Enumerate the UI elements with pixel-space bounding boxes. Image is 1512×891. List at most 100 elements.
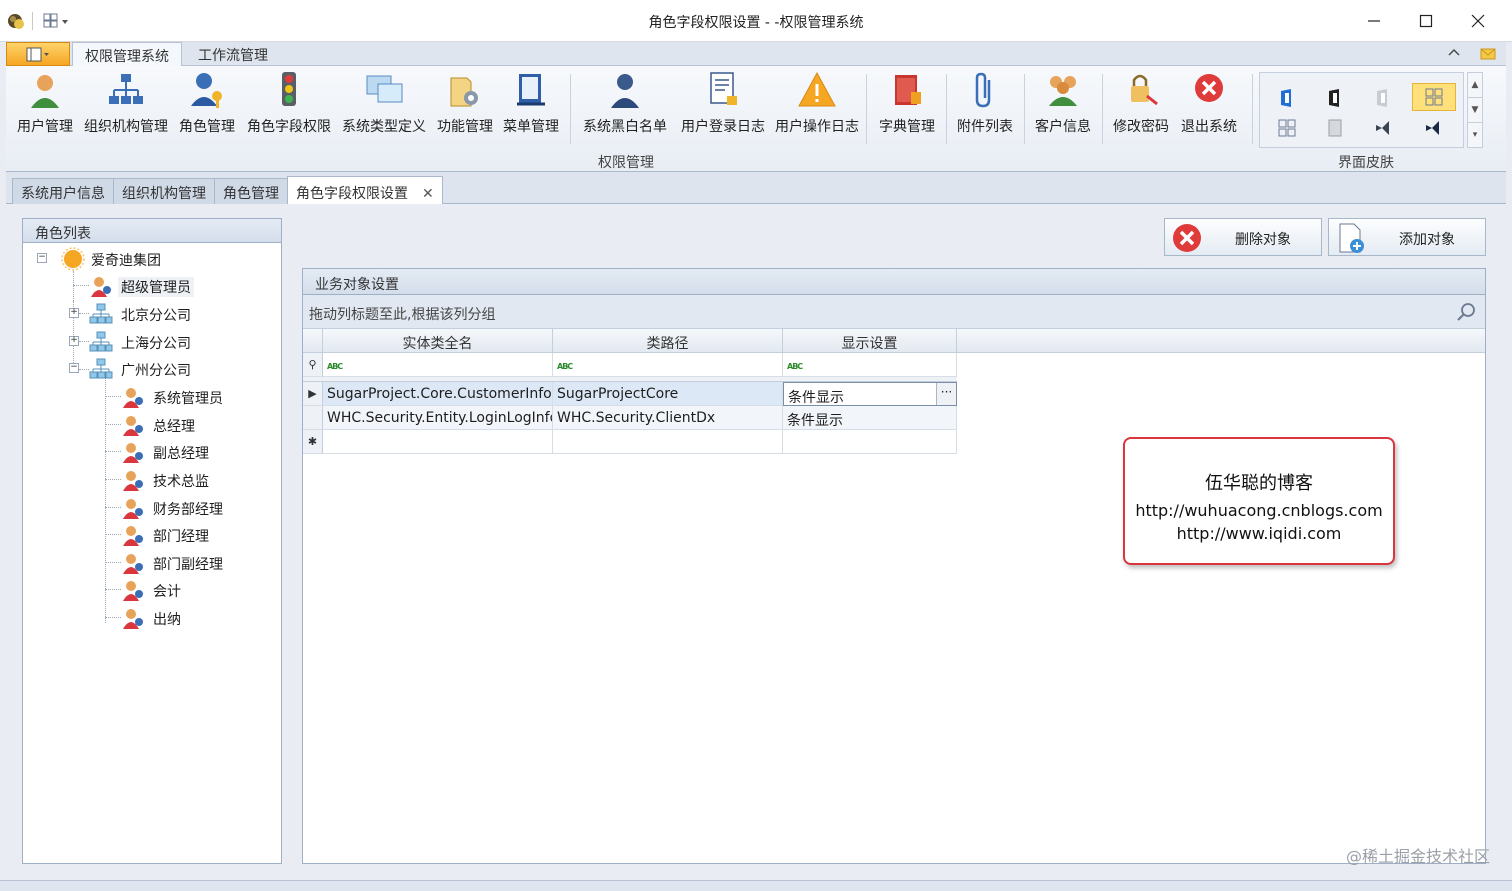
exit-system-button[interactable]: 退出系统 [1176, 70, 1242, 146]
skin-office-silver-icon[interactable] [1372, 87, 1394, 109]
org-management-button[interactable]: 组织机构管理 [82, 70, 170, 146]
add-object-button[interactable]: 添加对象 [1328, 218, 1486, 256]
watermark: @稀土掘金技术社区 [1345, 847, 1490, 866]
ribbon-group-caption: 权限管理 [598, 155, 654, 171]
group-by-panel[interactable]: 拖动列标题至此,根据该列分组 [303, 295, 1485, 329]
site-url: http://www.iqidi.com [1176, 524, 1342, 543]
grid-corner [303, 329, 323, 353]
filter-cell[interactable]: ABC [323, 353, 553, 377]
new-row-cell[interactable] [323, 430, 553, 454]
role-user-icon [123, 443, 143, 463]
skin-document-icon[interactable] [1324, 117, 1346, 139]
blacklist-button[interactable]: 系统黑白名单 [578, 70, 672, 146]
tree-line [105, 507, 121, 508]
new-row-icon[interactable]: ✱ [303, 430, 323, 454]
skin-office-blue-icon[interactable] [1276, 87, 1298, 109]
mail-icon[interactable] [1480, 46, 1496, 60]
close-window-button[interactable] [1456, 8, 1500, 34]
column-header-entity-name[interactable]: 实体类全名 [323, 329, 553, 353]
ribbon-panel: 用户管理 组织机构管理 角色管理 角色字段权限 系统类型定义 功能管理 菜单管理… [6, 66, 1506, 172]
filter-cell[interactable]: ABC [783, 353, 957, 377]
tree-line [105, 424, 121, 425]
role-user-icon [123, 554, 143, 574]
ribbon-separator [1102, 74, 1103, 144]
attachment-list-button[interactable]: 附件列表 [952, 70, 1018, 146]
column-header-display-setting[interactable]: 显示设置 [783, 329, 957, 353]
expand-icon[interactable]: + [69, 336, 79, 346]
customer-info-button[interactable]: 客户信息 [1030, 70, 1096, 146]
display-setting-editor[interactable]: 条件显示 ··· [783, 382, 957, 406]
change-password-button[interactable]: 修改密码 [1108, 70, 1174, 146]
ribbon-collapse-icon[interactable] [1448, 47, 1460, 57]
tab-system-users[interactable]: 系统用户信息 [12, 178, 114, 204]
skin-vs-blue-icon[interactable] [1422, 117, 1444, 139]
minimize-icon [1368, 20, 1380, 22]
ellipsis-button[interactable]: ··· [936, 383, 956, 405]
role-tree[interactable]: − 爱奇迪集团 超级管理员 + 北京分公司 + 上海分公司 − 广州分公司 系统… [23, 243, 281, 863]
new-row-cell[interactable] [553, 430, 783, 454]
blog-url: http://wuhuacong.cnblogs.com [1135, 501, 1383, 520]
table-cell[interactable]: 条件显示 [783, 406, 957, 430]
ribbon-tab-permission[interactable]: 权限管理系统 [72, 42, 182, 67]
tree-line [105, 451, 121, 452]
ribbon-separator [1024, 74, 1025, 144]
tree-line [79, 341, 89, 342]
tab-label: 角色字段权限设置 [296, 186, 408, 202]
scroll-down-icon[interactable]: ▼ [1468, 98, 1482, 123]
delete-icon [1173, 224, 1201, 252]
role-list-title: 角色列表 [23, 219, 281, 243]
application-menu-button[interactable] [6, 42, 70, 66]
blacklist-user-icon [611, 74, 639, 108]
ribbon-separator [946, 74, 947, 144]
delete-object-button[interactable]: 删除对象 [1164, 218, 1322, 256]
login-log-button[interactable]: 用户登录日志 [676, 70, 770, 146]
tab-org-management[interactable]: 组织机构管理 [113, 178, 215, 204]
table-cell[interactable]: SugarProjectCore [553, 382, 783, 406]
text-filter-icon: ABC [327, 362, 343, 371]
tab-role-field-permission[interactable]: 角色字段权限设置 ✕ [287, 176, 443, 205]
new-row-cell[interactable] [783, 430, 957, 454]
row-indicator[interactable] [303, 406, 323, 430]
exit-icon [1195, 74, 1223, 102]
operation-log-button[interactable]: 用户操作日志 [774, 70, 860, 146]
skin-selected-item[interactable] [1412, 83, 1456, 111]
filter-cell[interactable]: ABC [553, 353, 783, 377]
branch-org-icon [89, 358, 113, 379]
skin-vs-dark-icon[interactable] [1372, 117, 1394, 139]
group-by-hint: 拖动列标题至此,根据该列分组 [309, 307, 496, 323]
system-type-button[interactable]: 系统类型定义 [340, 70, 428, 146]
role-list-panel: 角色列表 − 爱奇迪集团 超级管理员 + 北京分公司 + 上海分公司 − 广州分… [22, 218, 282, 864]
role-management-button[interactable]: 角色管理 [176, 70, 238, 146]
function-management-button[interactable]: 功能管理 [434, 70, 496, 146]
window-title: 角色字段权限设置 - -权限管理系统 [648, 15, 864, 31]
column-header-class-path[interactable]: 类路径 [553, 329, 783, 353]
minimize-button[interactable] [1352, 8, 1396, 34]
skin-default-icon [1425, 88, 1443, 106]
table-cell[interactable]: WHC.Security.ClientDx [553, 406, 783, 430]
collapse-icon[interactable]: − [37, 253, 47, 263]
row-indicator-current[interactable]: ▶ [303, 382, 323, 406]
branch-org-icon [89, 331, 113, 352]
dictionary-button[interactable]: 字典管理 [874, 70, 940, 146]
skin-flat-icon[interactable] [1276, 117, 1298, 139]
ribbon-separator [866, 74, 867, 144]
expand-icon[interactable]: + [69, 308, 79, 318]
skin-office-black-icon[interactable] [1324, 87, 1346, 109]
skin-gallery [1259, 72, 1464, 148]
table-cell[interactable]: WHC.Security.Entity.LoginLogInfo [323, 406, 553, 430]
role-field-permission-button[interactable]: 角色字段权限 [244, 70, 334, 146]
business-object-panel: 业务对象设置 拖动列标题至此,根据该列分组 实体类全名 类路径 显示设置 ⚲ A… [302, 268, 1486, 864]
table-cell[interactable]: SugarProject.Core.CustomerInfo [323, 382, 553, 406]
ribbon-separator [1252, 74, 1253, 144]
ribbon-tab-workflow[interactable]: 工作流管理 [186, 42, 280, 67]
skin-gallery-scroll[interactable]: ▲ ▼ ▾ [1467, 72, 1483, 148]
tab-role-management[interactable]: 角色管理 [214, 178, 288, 204]
gallery-expand-icon[interactable]: ▾ [1468, 123, 1482, 148]
maximize-button[interactable] [1404, 8, 1448, 34]
collapse-icon[interactable]: − [69, 363, 79, 373]
user-management-button[interactable]: 用户管理 [12, 70, 78, 146]
menu-management-button[interactable]: 菜单管理 [500, 70, 562, 146]
search-icon[interactable] [1455, 301, 1477, 323]
close-tab-icon[interactable]: ✕ [422, 186, 434, 202]
scroll-up-icon[interactable]: ▲ [1468, 73, 1482, 98]
